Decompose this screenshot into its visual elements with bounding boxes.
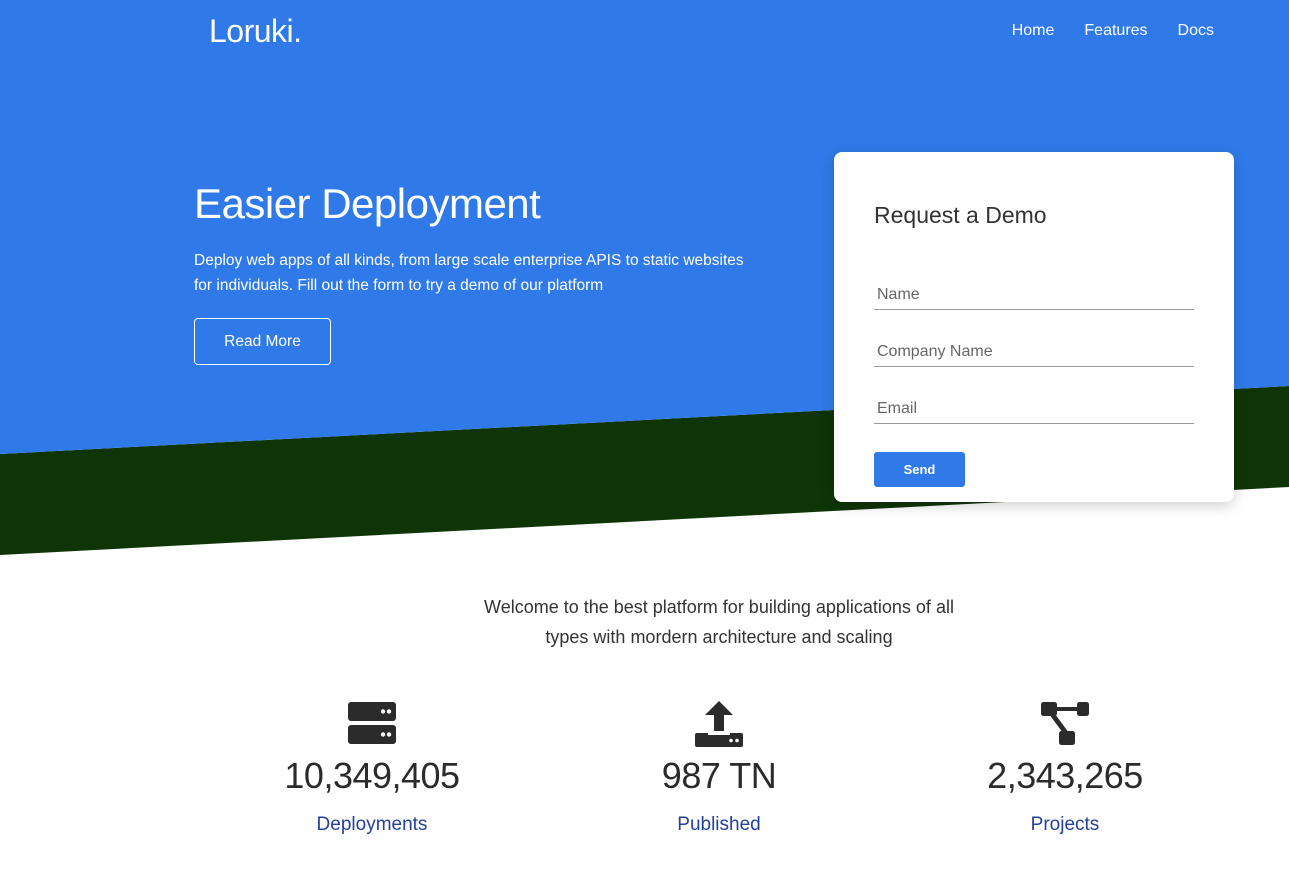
nav-item-home[interactable]: Home [1012,22,1055,40]
nav-item-docs[interactable]: Docs [1178,22,1214,40]
email-field[interactable] [874,394,1194,424]
landing-page: Loruki. Home Features Docs Easier Deploy… [0,0,1289,891]
stat-label: Published [677,814,761,835]
nav-item-features[interactable]: Features [1084,22,1147,40]
stat-value: 2,343,265 [987,755,1143,796]
send-button[interactable]: Send [874,452,965,487]
stat-deployments: 10,349,405 Deployments [222,700,522,836]
welcome-text: Welcome to the best platform for buildin… [484,597,954,647]
demo-request-card: Request a Demo Send [834,152,1234,502]
stat-value: 987 TN [661,755,777,796]
brand-logo[interactable]: Loruki. [209,13,302,50]
project-diagram-icon [1041,702,1089,745]
stat-published: 987 TN Published [569,700,869,836]
server-icon [348,702,396,744]
hero-description: Deploy web apps of all kinds, from large… [194,252,744,294]
hero-title: Easier Deployment [194,180,541,227]
company-name-field[interactable] [874,337,1194,367]
stat-value: 10,349,405 [284,755,460,796]
demo-form-title: Request a Demo [874,202,1047,228]
upload-icon [695,701,743,747]
main-nav: Home Features Docs [1012,22,1214,40]
read-more-button[interactable]: Read More [194,318,331,365]
stat-label: Deployments [316,814,428,835]
stat-label: Projects [1030,814,1100,835]
stat-projects: 2,343,265 Projects [915,700,1215,836]
name-field[interactable] [874,280,1194,310]
